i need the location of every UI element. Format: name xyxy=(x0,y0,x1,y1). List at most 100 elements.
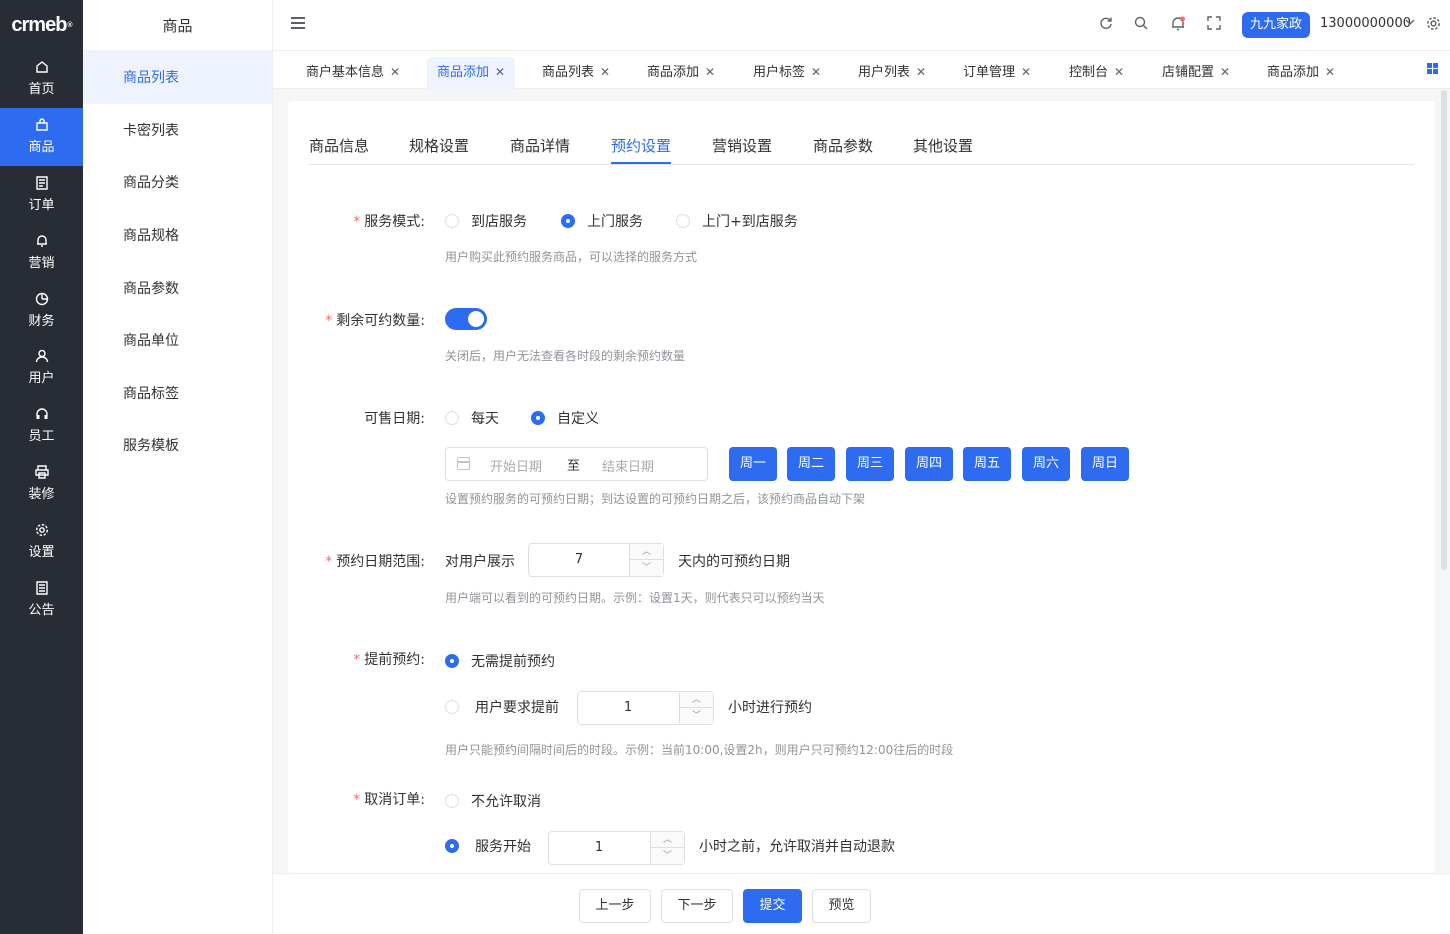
day-button-sun[interactable]: 周日 xyxy=(1081,447,1129,481)
menu-toggle-icon[interactable] xyxy=(291,17,305,31)
page-tab[interactable]: 商品列表 ✕ xyxy=(532,57,620,89)
day-button-mon[interactable]: 周一 xyxy=(729,447,777,481)
advance-hours-input[interactable]: 1 ︿ ﹀ xyxy=(577,691,714,725)
close-icon[interactable]: ✕ xyxy=(1325,65,1335,79)
increment-icon[interactable]: ︿ xyxy=(680,692,713,708)
submenu-item-goods-list[interactable]: 商品列表 xyxy=(83,51,272,104)
close-icon[interactable]: ✕ xyxy=(1021,65,1031,79)
increment-icon[interactable]: ︿ xyxy=(651,832,684,848)
radio-both[interactable]: 上门+到店服务 xyxy=(676,211,798,231)
shop-name-badge[interactable]: 九九家政 xyxy=(1242,12,1311,38)
start-date-input[interactable]: 开始日期 xyxy=(490,456,542,475)
nav-item-notice[interactable]: 公告 xyxy=(0,570,83,628)
cancel-hours-input[interactable]: 1 ︿ ﹀ xyxy=(548,831,685,865)
decrement-icon[interactable]: ﹀ xyxy=(630,560,663,576)
nav-item-orders[interactable]: 订单 xyxy=(0,166,83,224)
tab-label: 店铺配置 xyxy=(1162,65,1215,80)
nav-label: 公告 xyxy=(28,602,55,618)
logo[interactable]: crmeb ® xyxy=(0,0,83,50)
submenu-item-category[interactable]: 商品分类 xyxy=(83,156,272,209)
form-tab-marketing[interactable]: 营销设置 xyxy=(712,135,772,156)
radio-allow-cancel[interactable]: 服务开始 xyxy=(445,836,531,856)
close-icon[interactable]: ✕ xyxy=(811,65,821,79)
nav-item-home[interactable]: 首页 xyxy=(0,50,83,108)
day-button-tue[interactable]: 周二 xyxy=(787,447,835,481)
radio-checked-icon xyxy=(561,214,575,228)
input-value: 1 xyxy=(623,700,633,715)
tab-label: 商户基本信息 xyxy=(306,65,385,80)
form-tab-spec[interactable]: 规格设置 xyxy=(409,135,469,156)
nav-item-goods[interactable]: 商品 xyxy=(0,107,83,166)
day-button-fri[interactable]: 周五 xyxy=(963,447,1011,481)
decrement-icon[interactable]: ﹀ xyxy=(651,848,684,864)
page-tab[interactable]: 店铺配置 ✕ xyxy=(1152,57,1240,89)
radio-everyday[interactable]: 每天 xyxy=(445,408,499,428)
radio-door-to-door[interactable]: 上门服务 xyxy=(561,211,643,231)
remaining-hint: 关闭后，用户无法查看各时段的剩余预约数量 xyxy=(445,349,686,363)
submenu-item-spec[interactable]: 商品规格 xyxy=(83,209,272,262)
close-icon[interactable]: ✕ xyxy=(1114,65,1124,79)
notification-bell-icon[interactable] xyxy=(1170,16,1186,32)
preview-button[interactable]: 预览 xyxy=(812,889,871,923)
grid-menu-icon[interactable] xyxy=(1427,63,1438,74)
nav-item-staff[interactable]: 员工 xyxy=(0,397,83,455)
next-step-button[interactable]: 下一步 xyxy=(661,889,733,923)
remaining-toggle[interactable] xyxy=(445,308,487,330)
close-icon[interactable]: ✕ xyxy=(600,65,610,79)
form-tab-goods-info[interactable]: 商品信息 xyxy=(309,135,369,156)
submenu-item-card-list[interactable]: 卡密列表 xyxy=(83,104,272,157)
page-tab[interactable]: 订单管理 ✕ xyxy=(953,57,1041,89)
page-tab[interactable]: 商品添加 ✕ xyxy=(1257,57,1345,89)
page-tab-active[interactable]: 商品添加 ✕ xyxy=(427,57,516,89)
submit-button[interactable]: 提交 xyxy=(743,889,802,923)
increment-icon[interactable]: ︿ xyxy=(630,544,663,560)
settings-gear-icon[interactable] xyxy=(1425,16,1441,32)
day-button-thu[interactable]: 周四 xyxy=(905,447,953,481)
account-phone[interactable]: 13000000000 xyxy=(1320,16,1411,31)
close-icon[interactable]: ✕ xyxy=(390,65,400,79)
radio-require-advance[interactable]: 用户要求提前 xyxy=(445,697,559,717)
nav-item-decoration[interactable]: 装修 xyxy=(0,455,83,513)
form-tab-reservation[interactable]: 预约设置 xyxy=(611,135,671,156)
submenu-item-params[interactable]: 商品参数 xyxy=(83,261,272,314)
submenu-item-unit[interactable]: 商品单位 xyxy=(83,314,272,367)
submenu-item-tag[interactable]: 商品标签 xyxy=(83,367,272,420)
chevron-down-icon[interactable] xyxy=(1405,17,1415,30)
prev-step-button[interactable]: 上一步 xyxy=(579,889,651,923)
close-icon[interactable]: ✕ xyxy=(916,65,926,79)
decrement-icon[interactable]: ﹀ xyxy=(680,708,713,724)
day-button-sat[interactable]: 周六 xyxy=(1022,447,1070,481)
page-tab[interactable]: 控制台 ✕ xyxy=(1059,57,1134,89)
nav-item-users[interactable]: 用户 xyxy=(0,339,83,397)
nav-item-settings[interactable]: 设置 xyxy=(0,512,83,570)
radio-custom[interactable]: 自定义 xyxy=(531,408,599,428)
calendar-icon xyxy=(457,457,470,470)
search-icon[interactable] xyxy=(1133,16,1149,32)
home-icon xyxy=(35,60,49,74)
day-button-wed[interactable]: 周三 xyxy=(846,447,894,481)
close-icon[interactable]: ✕ xyxy=(705,65,715,79)
submenu-item-service-template[interactable]: 服务模板 xyxy=(83,419,272,472)
nav-label: 装修 xyxy=(28,486,55,502)
radio-no-cancel[interactable]: 不允许取消 xyxy=(445,791,541,811)
close-icon[interactable]: ✕ xyxy=(1220,65,1230,79)
page-tab[interactable]: 商品添加 ✕ xyxy=(637,57,725,89)
fullscreen-icon[interactable] xyxy=(1206,16,1222,32)
radio-no-advance[interactable]: 无需提前预约 xyxy=(445,651,555,671)
date-range-days-input[interactable]: 7 ︿ ﹀ xyxy=(528,543,664,577)
form-tab-detail[interactable]: 商品详情 xyxy=(510,135,570,156)
scrollbar[interactable] xyxy=(1441,90,1447,570)
close-icon[interactable]: ✕ xyxy=(495,65,505,79)
page-tab[interactable]: 用户列表 ✕ xyxy=(848,57,936,89)
end-date-input[interactable]: 结束日期 xyxy=(602,456,654,475)
nav-item-finance[interactable]: 财务 xyxy=(0,281,83,339)
radio-in-store[interactable]: 到店服务 xyxy=(445,211,527,231)
page-tab[interactable]: 用户标签 ✕ xyxy=(743,57,831,89)
form-tab-other[interactable]: 其他设置 xyxy=(913,135,973,156)
refresh-icon[interactable] xyxy=(1098,16,1114,32)
date-range-picker[interactable]: 开始日期 至 结束日期 xyxy=(445,447,708,481)
nav-item-marketing[interactable]: 营销 xyxy=(0,223,83,281)
notice-icon xyxy=(35,580,49,595)
page-tab[interactable]: 商户基本信息 ✕ xyxy=(296,57,410,89)
form-tab-params[interactable]: 商品参数 xyxy=(813,135,873,156)
